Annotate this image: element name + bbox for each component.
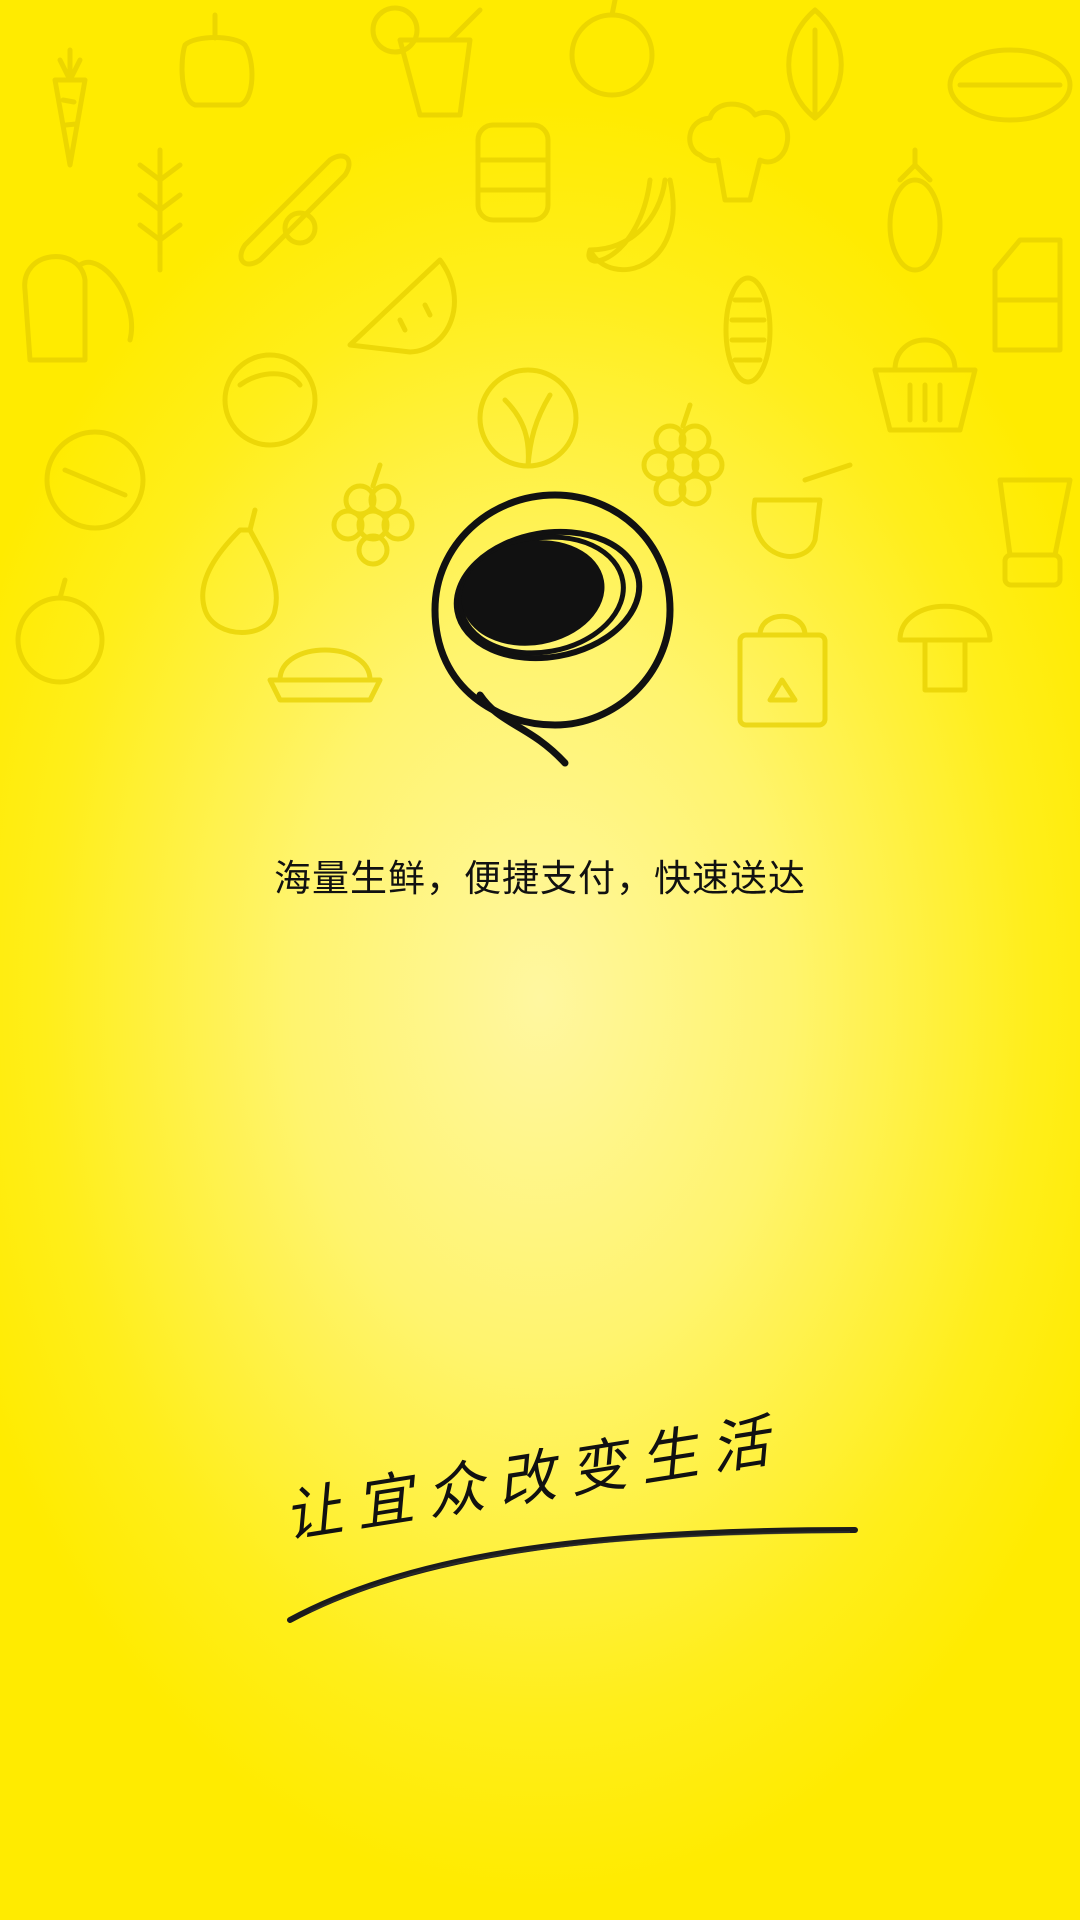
slogan-area: 让宜众改变生活 — [279, 1405, 880, 1630]
shopping-bag-icon — [737, 613, 828, 728]
pear-icon — [200, 507, 279, 635]
basket-icon — [872, 337, 978, 433]
milk-carton-icon — [992, 237, 1063, 353]
cabbage-icon — [477, 367, 579, 469]
juicer-icon — [267, 647, 383, 703]
splash-screen: 海量生鲜，便捷支付，快速送达 让宜众改变生活 — [0, 0, 1080, 1920]
orange-icon — [44, 429, 146, 531]
honey-icon — [751, 462, 853, 559]
carrot-icon — [52, 47, 88, 168]
app-tagline: 海量生鲜，便捷支付，快速送达 — [274, 857, 806, 900]
cucumber-icon — [238, 153, 352, 267]
watermelon-icon — [347, 257, 457, 355]
apple-icon — [15, 577, 105, 685]
wheat-icon — [137, 147, 183, 273]
eggplant-icon — [887, 147, 943, 273]
pepper-icon — [179, 12, 255, 108]
lemon-icon — [947, 47, 1073, 123]
jar-icon — [475, 122, 551, 223]
juice-icon — [370, 5, 483, 118]
leaf-icon — [786, 7, 844, 121]
blender-icon — [997, 477, 1073, 588]
broccoli-icon — [687, 101, 791, 203]
apple-icon — [569, 0, 655, 98]
mushroom-icon — [897, 603, 993, 693]
grapes-icon — [331, 462, 415, 567]
bread-icon — [22, 254, 134, 363]
banana-icon — [586, 177, 676, 273]
corn-icon — [723, 275, 773, 385]
coconut-swirl-logo-icon — [431, 491, 674, 767]
brush-stroke-underline — [287, 1527, 858, 1623]
tomato-icon — [222, 352, 318, 448]
